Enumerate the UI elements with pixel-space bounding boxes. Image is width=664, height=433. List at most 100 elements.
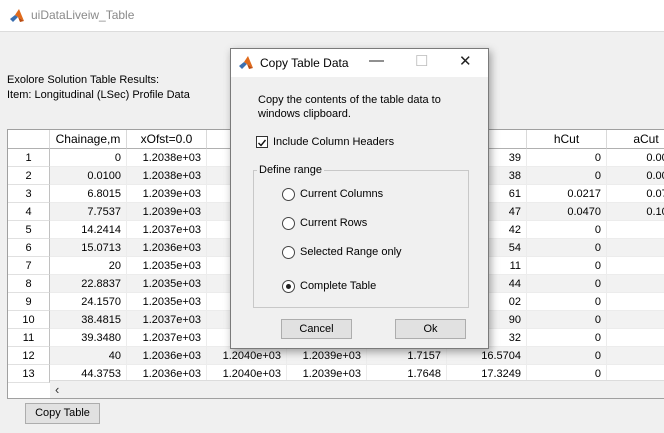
matlab-logo-icon — [239, 56, 253, 69]
table-corner-header — [8, 130, 50, 149]
table-cell[interactable]: 0 — [527, 239, 607, 257]
table-cell[interactable]: 0 — [527, 149, 607, 167]
dialog-titlebar: Copy Table Data — ☐ ✕ — [231, 49, 488, 77]
column-header[interactable]: xOfst=0.0 — [127, 130, 207, 149]
row-header[interactable]: 2 — [8, 167, 50, 185]
table-cell[interactable]: 20 — [50, 257, 127, 275]
table-cell[interactable]: 0 — [527, 275, 607, 293]
table-cell[interactable]: 0 — [607, 275, 664, 293]
table-cell[interactable]: 0.0763 — [607, 185, 664, 203]
table-cell[interactable]: 0 — [607, 329, 664, 347]
radio-current-columns[interactable] — [282, 188, 295, 201]
radio-current-rows[interactable] — [282, 217, 295, 230]
define-range-title: Define range — [257, 164, 324, 176]
include-headers-label: Include Column Headers — [273, 136, 395, 148]
row-header[interactable]: 8 — [8, 275, 50, 293]
table-cell[interactable]: 0.0031 — [607, 149, 664, 167]
table-cell[interactable]: 39.3480 — [50, 329, 127, 347]
table-cell[interactable]: 0 — [527, 221, 607, 239]
window-titlebar: uiDataLiveiw_Table — [0, 0, 664, 31]
table-cell[interactable]: 0 — [607, 221, 664, 239]
column-header[interactable]: Chainage,m — [50, 130, 127, 149]
row-header[interactable]: 6 — [8, 239, 50, 257]
table-cell[interactable]: 0 — [527, 329, 607, 347]
radio-complete-table[interactable] — [282, 280, 295, 293]
table-cell[interactable]: 6.8015 — [50, 185, 127, 203]
titlebar-divider — [0, 31, 664, 32]
row-header[interactable]: 7 — [8, 257, 50, 275]
row-header[interactable]: 12 — [8, 347, 50, 365]
matlab-logo-icon — [10, 9, 24, 22]
info-line-2: Item: Longitudinal (LSec) Profile Data — [7, 89, 190, 101]
row-header[interactable]: 5 — [8, 221, 50, 239]
table-cell[interactable]: 0.0031 — [607, 167, 664, 185]
table-cell[interactable]: 1.2036e+03 — [127, 347, 207, 365]
table-cell[interactable]: 7.7537 — [50, 203, 127, 221]
table-cell[interactable]: 0.0217 — [527, 185, 607, 203]
radio-selected-dot — [286, 284, 291, 289]
table-cell[interactable]: 1.2039e+03 — [127, 203, 207, 221]
row-header[interactable]: 3 — [8, 185, 50, 203]
table-cell[interactable]: 0 — [607, 347, 664, 365]
copy-table-data-dialog: Copy Table Data — ☐ ✕ Copy the contents … — [230, 48, 489, 349]
table-cell[interactable]: 1.2035e+03 — [127, 257, 207, 275]
table-cell[interactable]: 1.2035e+03 — [127, 275, 207, 293]
column-header[interactable]: hCut — [527, 130, 607, 149]
table-cell[interactable]: 1.2037e+03 — [127, 329, 207, 347]
chevron-left-icon[interactable]: ‹ — [55, 382, 59, 397]
table-cell[interactable]: 0.0100 — [50, 167, 127, 185]
table-cell[interactable]: 1.2039e+03 — [287, 347, 367, 365]
ok-button[interactable]: Ok — [395, 319, 466, 339]
table-cell[interactable]: 14.2414 — [50, 221, 127, 239]
horizontal-scrollbar[interactable]: ‹ — [50, 380, 664, 398]
table-cell[interactable]: 22.8837 — [50, 275, 127, 293]
table-cell[interactable]: 1.2038e+03 — [127, 149, 207, 167]
table-cell[interactable]: 0 — [607, 239, 664, 257]
minimize-icon[interactable]: — — [369, 52, 384, 69]
radio-label-current-rows: Current Rows — [300, 217, 368, 229]
radio-selected-range[interactable] — [282, 246, 295, 259]
table-cell[interactable]: 1.2037e+03 — [127, 221, 207, 239]
maximize-icon: ☐ — [415, 53, 429, 70]
table-cell[interactable]: 0.0470 — [527, 203, 607, 221]
table-cell[interactable]: 15.0713 — [50, 239, 127, 257]
row-header[interactable]: 11 — [8, 329, 50, 347]
cancel-button[interactable]: Cancel — [281, 319, 352, 339]
table-cell[interactable]: 1.2038e+03 — [127, 167, 207, 185]
row-header[interactable]: 9 — [8, 293, 50, 311]
table-cell[interactable]: 0 — [527, 311, 607, 329]
table-cell[interactable]: 38.4815 — [50, 311, 127, 329]
table-cell[interactable]: 0 — [50, 149, 127, 167]
row-header[interactable]: 13 — [8, 365, 50, 383]
table-cell[interactable]: 1.2035e+03 — [127, 293, 207, 311]
table-cell[interactable]: 0 — [607, 311, 664, 329]
row-header[interactable]: 10 — [8, 311, 50, 329]
table-cell[interactable]: 1.2036e+03 — [127, 239, 207, 257]
table-cell[interactable]: 0 — [527, 293, 607, 311]
table-cell[interactable]: 0 — [527, 257, 607, 275]
table-cell[interactable]: 24.1570 — [50, 293, 127, 311]
row-header[interactable]: 4 — [8, 203, 50, 221]
table-cell[interactable]: 1.2037e+03 — [127, 311, 207, 329]
table-cell[interactable]: 16.5704 — [447, 347, 527, 365]
table-cell[interactable]: 0 — [607, 257, 664, 275]
include-headers-checkbox[interactable] — [256, 136, 268, 148]
table-cell[interactable]: 1.2040e+03 — [207, 347, 287, 365]
table-cell[interactable]: 0 — [527, 167, 607, 185]
table-cell[interactable]: 40 — [50, 347, 127, 365]
dialog-description: Copy the contents of the table data to w… — [258, 94, 441, 120]
close-icon[interactable]: ✕ — [459, 52, 472, 70]
radio-label-complete-table: Complete Table — [300, 280, 377, 292]
row-header[interactable]: 1 — [8, 149, 50, 167]
table-cell[interactable]: 1.2039e+03 — [127, 185, 207, 203]
checkmark-icon — [258, 139, 267, 147]
copy-table-button[interactable]: Copy Table — [25, 403, 100, 424]
table-cell[interactable]: 0 — [527, 347, 607, 365]
table-cell[interactable]: 1.7157 — [367, 347, 447, 365]
column-header[interactable]: aCut — [607, 130, 664, 149]
dialog-title: Copy Table Data — [260, 56, 349, 70]
table-cell[interactable]: 0.1083 — [607, 203, 664, 221]
table-cell[interactable]: 0 — [607, 293, 664, 311]
window-title: uiDataLiveiw_Table — [31, 8, 135, 22]
radio-label-selected-range: Selected Range only — [300, 246, 402, 258]
